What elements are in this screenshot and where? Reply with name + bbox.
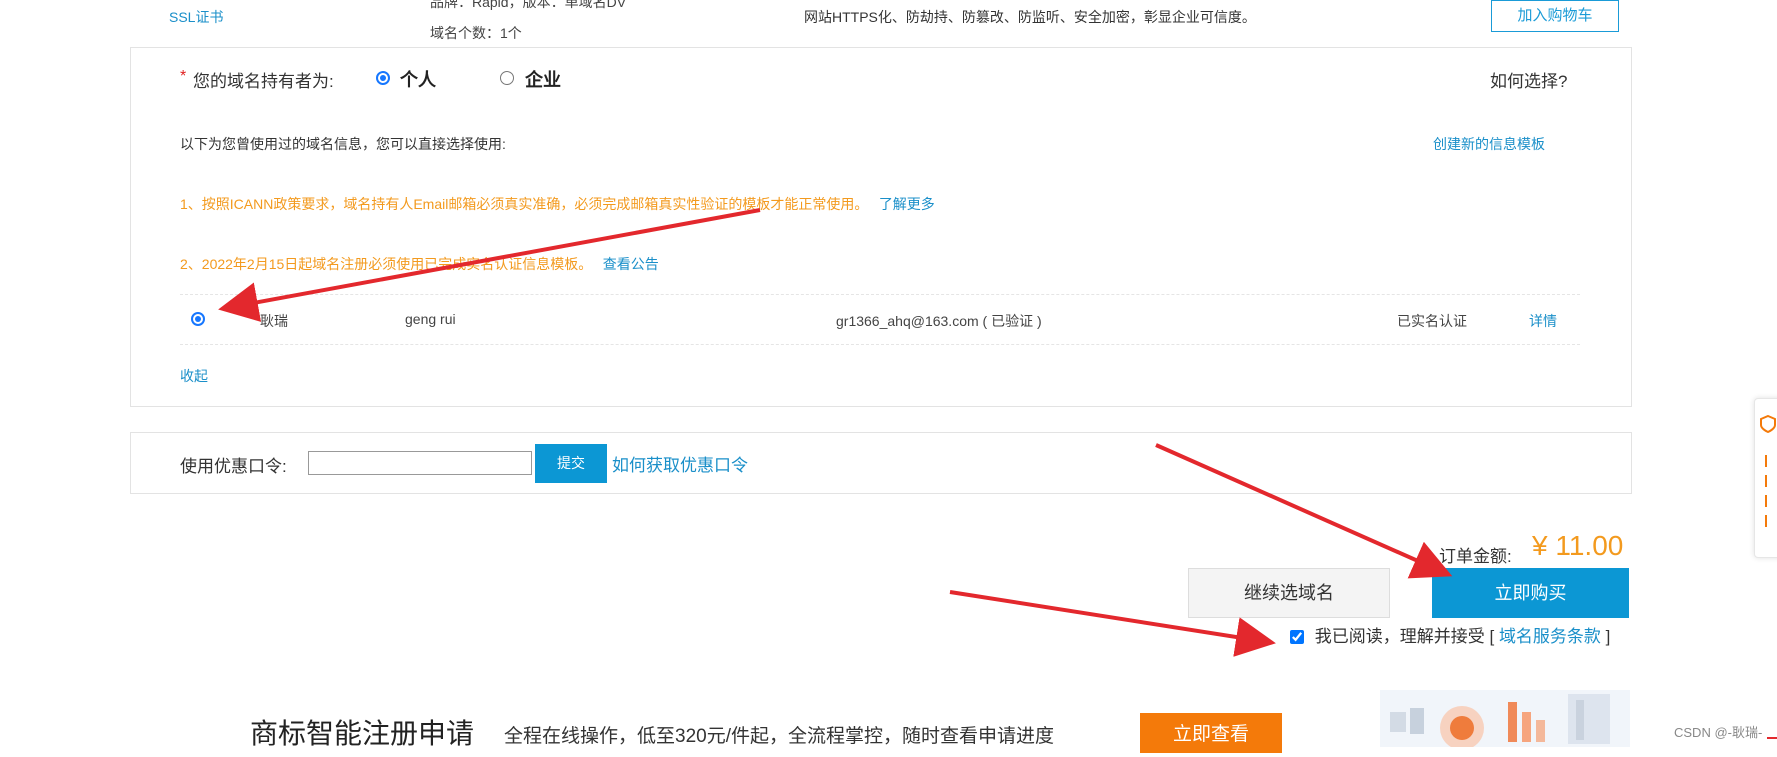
product-description: 网站HTTPS化、防劫持、防篡改、防监听、安全加密，彰显企业可信度。 xyxy=(804,9,1256,25)
record-detail-link[interactable]: 详情 xyxy=(1529,311,1557,331)
required-mark: * xyxy=(180,68,187,85)
banner-subtitle: 全程在线操作，低至320元/件起，全流程掌控，随时查看申请进度 xyxy=(504,726,1054,747)
continue-selecting-button[interactable]: 继续选域名 xyxy=(1188,568,1390,618)
buy-now-button[interactable]: 立即购买 xyxy=(1432,568,1629,618)
holder-section xyxy=(130,47,1632,407)
ssl-product-link[interactable]: SSL证书 xyxy=(169,7,223,27)
record-pinyin: geng rui xyxy=(405,311,456,327)
record-status: 已实名认证 xyxy=(1397,313,1467,329)
notice-icann: 1、按照ICANN政策要求，域名持有人Email邮箱必须真实准确，必须完成邮箱真… xyxy=(180,194,935,214)
coupon-help-link[interactable]: 如何获取优惠口令 xyxy=(612,451,748,476)
coupon-label: 使用优惠口令: xyxy=(180,457,287,476)
floating-side-widget[interactable] xyxy=(1754,398,1777,558)
shield-icon xyxy=(1760,415,1776,433)
side-widget-marks xyxy=(1765,455,1771,527)
add-to-cart-button[interactable]: 加入购物车 xyxy=(1491,0,1619,32)
order-total-label: 订单金额: xyxy=(1439,547,1512,566)
record-name: 耿瑞 xyxy=(260,313,288,329)
agreement-row: 我已阅读，理解并接受 [ 域名服务条款 ] xyxy=(1290,622,1610,647)
create-template-link[interactable]: 创建新的信息模板 xyxy=(1433,134,1545,154)
csdn-watermark: CSDN @-耿瑞- xyxy=(1674,725,1763,740)
banner-cta-button[interactable]: 立即查看 xyxy=(1140,713,1282,753)
banner-title: 商标智能注册申请 xyxy=(250,718,475,749)
record-radio[interactable] xyxy=(191,312,205,326)
agree-text: 我已阅读，理解并接受 xyxy=(1314,627,1485,646)
domain-count: 域名个数：1个 xyxy=(430,25,522,41)
option-personal-label[interactable]: 个人 xyxy=(400,66,436,92)
notice-realname: 2、2022年2月15日起域名注册必须使用已完成实名认证信息模板。 查看公告 xyxy=(180,254,659,274)
coupon-submit-button[interactable]: 提交 xyxy=(535,444,607,483)
how-to-choose-link[interactable]: 如何选择? xyxy=(1490,67,1567,92)
radio-company[interactable] xyxy=(500,71,514,85)
agree-checkbox[interactable] xyxy=(1290,630,1304,644)
used-info-text: 以下为您曾使用过的域名信息，您可以直接选择使用: xyxy=(180,136,506,152)
record-divider-top xyxy=(180,294,1580,295)
coupon-input[interactable] xyxy=(308,451,532,475)
order-total-value: ¥ 11.00 xyxy=(1532,530,1624,561)
learn-more-link[interactable]: 了解更多 xyxy=(879,196,935,212)
record-email: gr1366_ahq@163.com ( 已验证 ) xyxy=(836,313,1042,329)
notice-realname-text: 2、2022年2月15日起域名注册必须使用已完成实名认证信息模板。 xyxy=(180,256,593,272)
view-announcement-link[interactable]: 查看公告 xyxy=(603,256,659,272)
record-divider-bottom xyxy=(180,344,1580,345)
holder-label: 您的域名持有者为: xyxy=(193,72,334,91)
terms-bracket-open: [ xyxy=(1489,627,1495,646)
option-company-label[interactable]: 企业 xyxy=(525,66,561,92)
terms-bracket-close: ] xyxy=(1605,627,1611,646)
radio-personal[interactable] xyxy=(376,71,390,85)
notice-icann-text: 1、按照ICANN政策要求，域名持有人Email邮箱必须真实准确，必须完成邮箱真… xyxy=(180,196,869,212)
brand-line: 品牌：Rapid，版本：单域名DV xyxy=(430,0,627,10)
watermark-underline xyxy=(1767,737,1777,739)
banner-illustration xyxy=(1380,690,1630,747)
terms-link[interactable]: 域名服务条款 xyxy=(1499,627,1601,646)
collapse-link[interactable]: 收起 xyxy=(180,366,208,386)
